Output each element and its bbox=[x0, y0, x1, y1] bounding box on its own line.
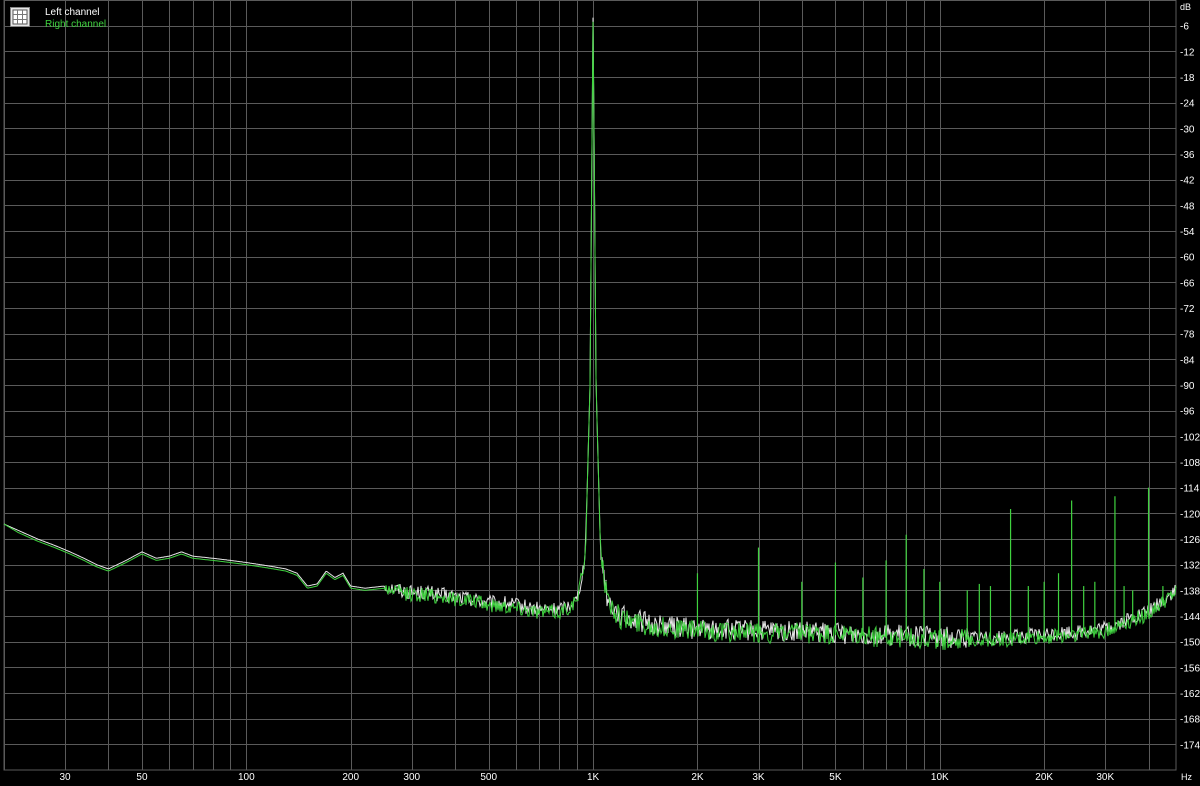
y-tick-label: -36 bbox=[1180, 150, 1195, 161]
y-tick-label: -12 bbox=[1180, 47, 1195, 58]
y-tick-label: -102 bbox=[1180, 432, 1200, 443]
x-tick-label: 30 bbox=[59, 772, 71, 783]
x-tick-label: 2K bbox=[691, 772, 704, 783]
y-axis-unit: dB bbox=[1180, 2, 1191, 12]
y-tick-label: -168 bbox=[1180, 715, 1200, 726]
y-tick-label: -174 bbox=[1180, 740, 1200, 751]
y-tick-label: -66 bbox=[1180, 278, 1195, 289]
x-tick-label: 300 bbox=[403, 772, 420, 783]
y-tick-label: -54 bbox=[1180, 227, 1195, 238]
x-tick-label: 10K bbox=[931, 772, 949, 783]
y-tick-label: -162 bbox=[1180, 689, 1200, 700]
y-tick-label: -150 bbox=[1180, 638, 1200, 649]
y-tick-label: -120 bbox=[1180, 509, 1200, 520]
y-tick-label: -90 bbox=[1180, 381, 1195, 392]
x-tick-label: 50 bbox=[136, 772, 148, 783]
legend-item-left-channel: Left channel bbox=[45, 7, 100, 18]
y-tick-label: -114 bbox=[1180, 484, 1200, 495]
x-axis-unit: Hz bbox=[1181, 772, 1192, 782]
y-tick-label: -138 bbox=[1180, 586, 1200, 597]
y-tick-label: -78 bbox=[1180, 330, 1195, 341]
x-tick-label: 30K bbox=[1096, 772, 1114, 783]
x-tick-label: 100 bbox=[238, 772, 255, 783]
x-tick-label: 3K bbox=[752, 772, 765, 783]
y-tick-label: -126 bbox=[1180, 535, 1200, 546]
x-tick-label: 500 bbox=[480, 772, 497, 783]
y-tick-label: -84 bbox=[1180, 355, 1195, 366]
y-tick-label: -144 bbox=[1180, 612, 1200, 623]
y-tick-label: -72 bbox=[1180, 304, 1195, 315]
x-tick-label: 20K bbox=[1035, 772, 1053, 783]
legend-item-right-channel: Right channel bbox=[45, 19, 107, 30]
x-tick-label: 1K bbox=[587, 772, 600, 783]
y-tick-label: -156 bbox=[1180, 663, 1200, 674]
x-tick-label: 5K bbox=[829, 772, 842, 783]
y-tick-label: -108 bbox=[1180, 458, 1200, 469]
y-tick-label: -30 bbox=[1180, 124, 1195, 135]
y-tick-label: -48 bbox=[1180, 201, 1195, 212]
y-tick-label: -18 bbox=[1180, 73, 1195, 84]
y-tick-label: -42 bbox=[1180, 176, 1195, 187]
y-tick-label: -96 bbox=[1180, 407, 1195, 418]
spectrum-plot: -6 -12 -18 -24 -30 -36 -42 -48 -54 -60 -66 -72 -78 -8… bbox=[0, 0, 1200, 786]
plot-background bbox=[0, 0, 1200, 786]
y-tick-label: -24 bbox=[1180, 99, 1195, 110]
y-tick-label: -132 bbox=[1180, 561, 1200, 572]
y-tick-label: -60 bbox=[1180, 253, 1195, 264]
y-tick-label: -6 bbox=[1180, 22, 1189, 33]
grid-icon[interactable] bbox=[10, 7, 30, 27]
x-tick-label: 200 bbox=[342, 772, 359, 783]
